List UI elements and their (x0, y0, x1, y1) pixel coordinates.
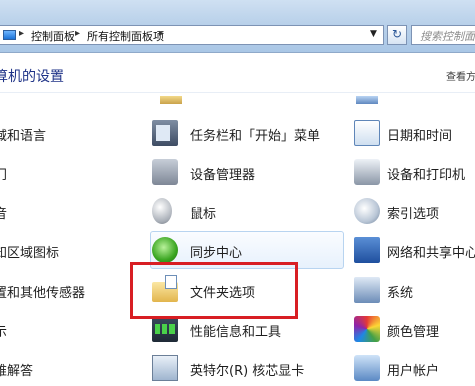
item-label: 系统 (387, 286, 414, 301)
item-device-manager[interactable]: 设备管理器 (152, 154, 342, 190)
refresh-icon: ↻ (391, 27, 403, 41)
item-system[interactable]: 系统 (354, 272, 475, 308)
item-label: 门 (0, 168, 8, 183)
printer-icon (354, 159, 380, 185)
device-manager-icon (152, 159, 178, 185)
item-indexing-options[interactable]: 索引选项 (354, 193, 475, 229)
item-label: 索引选项 (387, 207, 440, 222)
item-label: 置和其他传感器 (0, 286, 86, 301)
item-label: 知区域图标 (0, 246, 60, 261)
item-label: 同步中心 (190, 246, 243, 261)
chevron-down-icon[interactable]: ▼ (370, 29, 377, 39)
computer-icon (354, 277, 380, 303)
item-label: 颜色管理 (387, 325, 440, 340)
refresh-button[interactable]: ↻ (387, 25, 407, 45)
intel-graphics-icon (152, 355, 178, 381)
item-label: 性能信息和工具 (190, 325, 282, 340)
item-network-sharing[interactable]: 网络和共享中心 (354, 232, 475, 268)
folder-icon (160, 96, 182, 104)
item-label: 日期和时间 (387, 129, 453, 144)
item-label: 示 (0, 325, 8, 340)
item-region-language[interactable]: 域和语言 (0, 115, 114, 151)
breadcrumb-arrow-icon[interactable]: ▸ (159, 28, 164, 39)
search-input[interactable]: 搜索控制面板 (411, 25, 475, 45)
breadcrumb-control-panel[interactable]: 控制面板 (31, 28, 75, 44)
annotation-highlight-box (130, 262, 298, 319)
item-troubleshooting[interactable]: 难解答 (0, 350, 114, 386)
item-label: 网络和共享中心 (387, 246, 475, 261)
item-notification-icons[interactable]: 知区域图标 (0, 232, 114, 268)
sync-icon (152, 237, 178, 263)
address-bar-region: ▸ 控制面板 ▸ 所有控制面板项 ▸ ▼ ↻ 搜索控制面板 (0, 0, 475, 53)
item-label: 任务栏和「开始」菜单 (190, 129, 321, 144)
color-palette-icon (354, 316, 380, 342)
search-placeholder: 搜索控制面板 (420, 30, 475, 43)
network-icon (354, 237, 380, 263)
item-sound[interactable]: 音 (0, 193, 114, 229)
item-intel-graphics[interactable]: 英特尔(R) 核芯显卡 (152, 350, 342, 386)
item-user-accounts[interactable]: 用户帐户 (354, 350, 475, 386)
item-taskbar-start-menu[interactable]: 任务栏和「开始」菜单 (152, 115, 342, 151)
mouse-icon (152, 198, 172, 224)
item-label: 域和语言 (0, 129, 47, 144)
calendar-clock-icon (354, 120, 380, 146)
item-display[interactable]: 示 (0, 311, 114, 347)
item-label: 用户帐户 (387, 364, 440, 379)
taskbar-icon (152, 120, 178, 146)
item-location-sensors[interactable]: 置和其他传感器 (0, 272, 114, 308)
control-panel-icon (3, 30, 16, 40)
breadcrumb-all-items[interactable]: 所有控制面板项 (87, 28, 164, 44)
performance-icon (152, 316, 178, 342)
item-label: 音 (0, 207, 8, 222)
item-devices-printers[interactable]: 设备和打印机 (354, 154, 475, 190)
user-icon (354, 355, 380, 381)
item-label: 英特尔(R) 核芯显卡 (190, 364, 305, 379)
item-label: 设备管理器 (190, 168, 256, 183)
item-color-management[interactable]: 颜色管理 (354, 311, 475, 347)
item-mouse[interactable]: 鼠标 (152, 193, 342, 229)
item-label: 难解答 (0, 364, 34, 379)
magnifier-icon (354, 198, 380, 224)
item-col0-row2[interactable]: 门 (0, 154, 114, 190)
breadcrumb-arrow-icon[interactable]: ▸ (75, 28, 80, 39)
item-label: 鼠标 (190, 207, 217, 222)
header-divider (0, 92, 475, 93)
page-title: 算机的设置 (0, 69, 64, 85)
item-date-time[interactable]: 日期和时间 (354, 115, 475, 151)
view-by-label[interactable]: 查看方 (446, 68, 475, 83)
address-bar[interactable]: ▸ 控制面板 ▸ 所有控制面板项 ▸ ▼ (0, 25, 384, 45)
settings-icon (356, 96, 378, 104)
item-label: 设备和打印机 (387, 168, 466, 183)
breadcrumb-arrow-icon[interactable]: ▸ (19, 28, 24, 39)
